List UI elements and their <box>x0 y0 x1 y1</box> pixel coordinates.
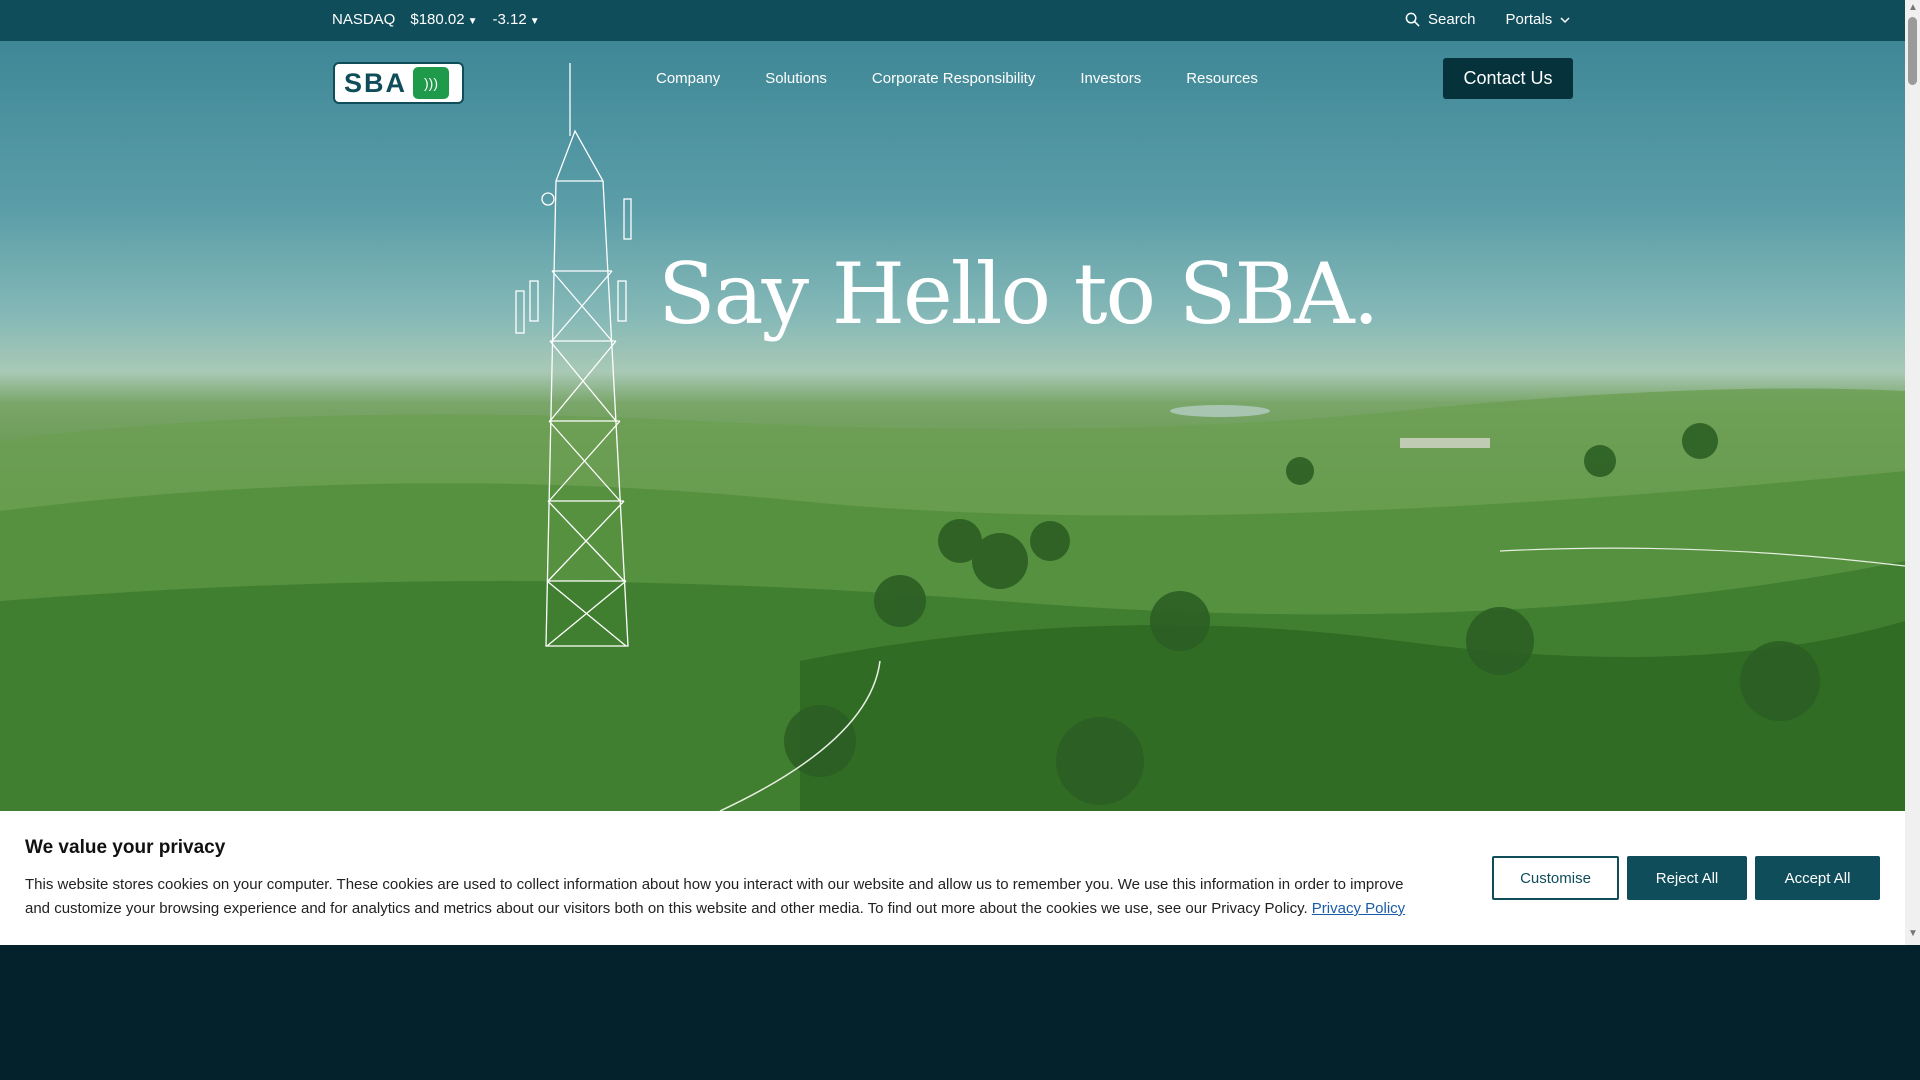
scrollbar-thumb[interactable] <box>1908 17 1917 85</box>
ticker-price-value: $180.02 <box>410 11 465 28</box>
caret-down-icon: ▼ <box>529 16 540 27</box>
accept-all-button[interactable]: Accept All <box>1755 856 1880 900</box>
cookie-banner: We value your privacy This website store… <box>0 811 1905 945</box>
ticker-price[interactable]: $180.02 ▼ <box>410 11 477 28</box>
customise-button[interactable]: Customise <box>1492 856 1619 900</box>
contact-us-button[interactable]: Contact Us <box>1443 58 1573 99</box>
cookie-text: This website stores cookies on your comp… <box>25 873 1430 921</box>
ticker-change[interactable]: -3.12 ▼ <box>493 11 540 28</box>
search-label: Search <box>1428 11 1476 28</box>
portals-label: Portals <box>1505 11 1553 28</box>
landscape-illustration <box>0 63 1905 811</box>
sba-logo[interactable]: SBA ))) <box>333 62 464 104</box>
search-icon <box>1405 12 1420 27</box>
privacy-policy-link[interactable]: Privacy Policy <box>1312 900 1405 917</box>
dark-section <box>0 945 1920 1080</box>
main-nav: Company Solutions Corporate Responsibili… <box>656 70 1258 87</box>
portals-dropdown[interactable]: Portals <box>1506 11 1571 28</box>
ticker-exchange: NASDAQ <box>332 11 396 28</box>
cookie-body: This website stores cookies on your comp… <box>25 876 1404 917</box>
top-utility-bar: NASDAQ $180.02 ▼ -3.12 ▼ Search Portals <box>0 0 1905 41</box>
nav-item-corporate-responsibility[interactable]: Corporate Responsibility <box>872 70 1035 87</box>
nav-item-company[interactable]: Company <box>656 70 720 87</box>
ticker-change-value: -3.12 <box>492 11 527 28</box>
cookie-title: We value your privacy <box>25 837 226 858</box>
hero-section <box>0 41 1905 811</box>
nav-item-investors[interactable]: Investors <box>1080 70 1141 87</box>
reject-all-button[interactable]: Reject All <box>1627 856 1747 900</box>
scroll-up-icon[interactable]: ▲ <box>1908 2 1918 13</box>
nav-item-resources[interactable]: Resources <box>1186 70 1258 87</box>
search-button[interactable]: Search <box>1405 11 1476 28</box>
stock-ticker: NASDAQ $180.02 ▼ -3.12 ▼ <box>332 11 540 28</box>
nav-item-solutions[interactable]: Solutions <box>765 70 827 87</box>
chevron-down-icon <box>1560 16 1570 23</box>
signal-icon: ))) <box>413 67 450 99</box>
page-scrollbar[interactable]: ▲ ▼ <box>1905 0 1920 945</box>
logo-wordmark: SBA <box>344 67 408 98</box>
scroll-down-icon[interactable]: ▼ <box>1908 928 1918 939</box>
caret-down-icon: ▼ <box>467 16 478 27</box>
hero-headline: Say Hello to SBA. <box>658 245 1379 343</box>
